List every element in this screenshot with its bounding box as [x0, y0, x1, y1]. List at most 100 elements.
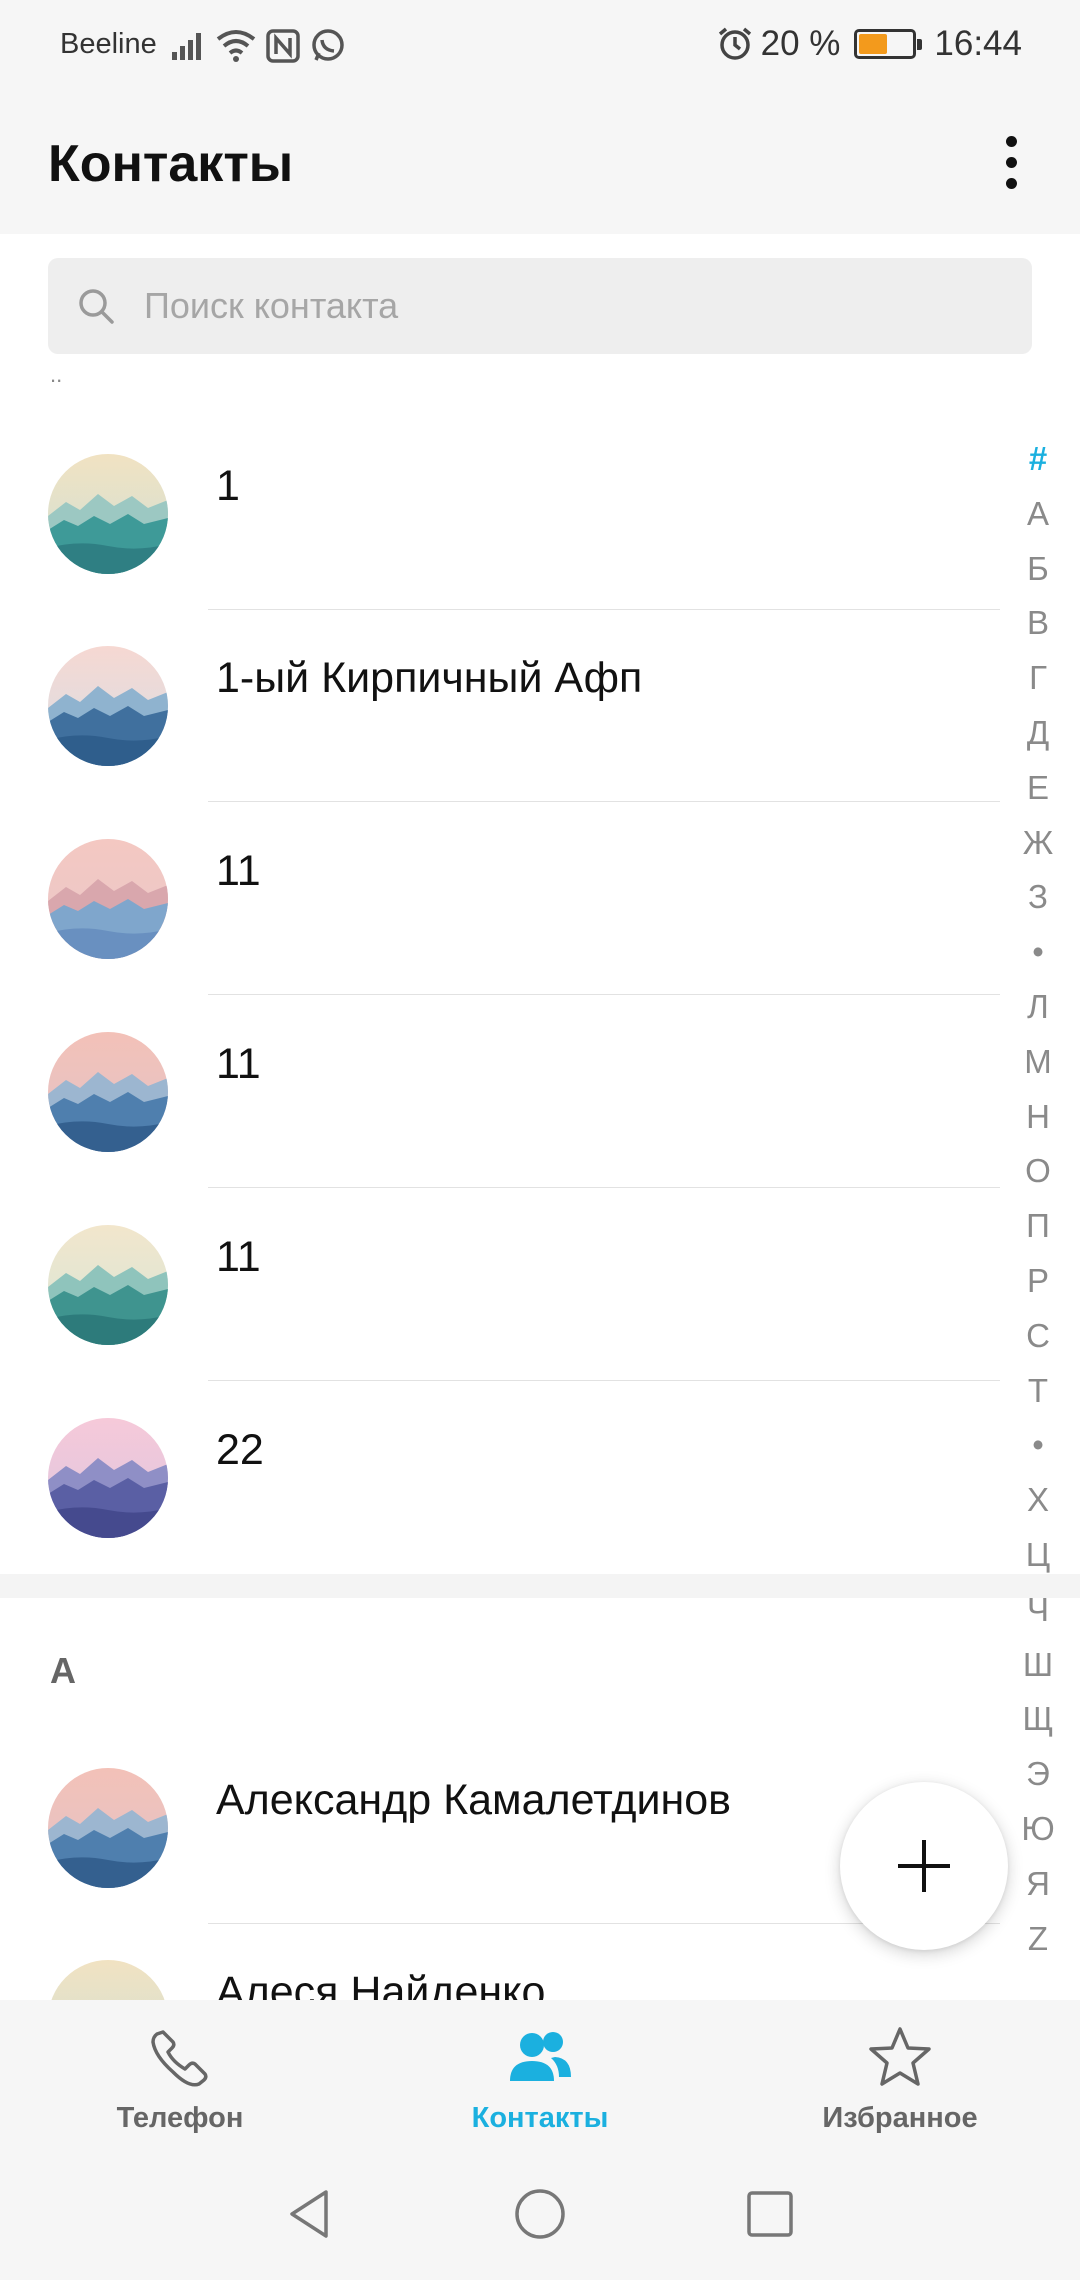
section-separator [0, 1574, 1080, 1598]
wifi-icon [216, 30, 256, 62]
avatar [48, 1768, 168, 1888]
index-letter[interactable]: М [1024, 1035, 1052, 1090]
tab-contacts-label: Контакты [471, 2102, 609, 2134]
index-letter[interactable]: Ш [1023, 1638, 1053, 1693]
index-letter[interactable]: А [1027, 487, 1049, 542]
battery-percent: 20 % [760, 24, 841, 63]
avatar [48, 646, 168, 766]
status-icons-left [170, 26, 346, 66]
contact-name: 11 [216, 1233, 261, 1281]
index-letter[interactable]: • [1032, 1418, 1044, 1473]
index-letter[interactable]: Ц [1026, 1528, 1050, 1583]
index-letter[interactable]: Z [1028, 1912, 1048, 1967]
search-input[interactable]: Поиск контакта [48, 258, 1032, 354]
contact-row[interactable]: 1 [0, 438, 1000, 630]
status-bar: Beeline 20 % 16:44 [0, 0, 1080, 92]
index-letter[interactable]: Э [1026, 1747, 1050, 1802]
index-letter[interactable]: Я [1026, 1857, 1050, 1912]
avatar-image [48, 839, 168, 959]
index-letter[interactable]: О [1025, 1144, 1051, 1199]
index-letter[interactable]: Ж [1023, 816, 1053, 871]
index-letter[interactable]: Г [1029, 651, 1047, 706]
avatar-image [48, 1225, 168, 1345]
phone-icon [151, 2030, 208, 2087]
bottom-navigation: Телефон Контакты Избранное [0, 2000, 1080, 2148]
more-vertical-icon [1005, 135, 1017, 147]
index-letter[interactable]: П [1026, 1199, 1050, 1254]
contact-row[interactable]: 11 [0, 823, 1000, 1015]
contact-row[interactable]: 11 [0, 1016, 1000, 1208]
contacts-screen: Beeline 20 % 16:44 Контакты Поиск контак… [0, 0, 1080, 2280]
clock: 16:44 [934, 24, 1022, 63]
tab-favorites[interactable]: Избранное [780, 2022, 1020, 2135]
app-bar: Контакты [0, 92, 1080, 234]
avatar-image [48, 1418, 168, 1538]
tab-phone[interactable]: Телефон [60, 2022, 300, 2135]
index-letter[interactable]: З [1028, 870, 1048, 925]
page-title: Контакты [48, 135, 294, 193]
contact-name: Александр Камалетдинов [216, 1776, 731, 1824]
index-letter[interactable]: Ю [1021, 1802, 1054, 1857]
avatar [48, 1225, 168, 1345]
avatar-image [48, 1032, 168, 1152]
index-letter[interactable]: Р [1027, 1254, 1049, 1309]
index-letter[interactable]: Б [1027, 542, 1049, 597]
carrier-name: Beeline [60, 28, 157, 60]
index-letter[interactable]: Н [1026, 1090, 1050, 1145]
avatar [48, 1032, 168, 1152]
avatar [48, 454, 168, 574]
system-navigation-bar [0, 2148, 1080, 2280]
contact-row[interactable]: 11 [0, 1209, 1000, 1401]
row-divider [208, 1380, 1000, 1381]
contact-name: 1 [216, 462, 240, 510]
avatar [48, 1418, 168, 1538]
search-placeholder: Поиск контакта [144, 285, 399, 326]
section-header: А [50, 1650, 76, 1691]
index-letter[interactable]: Т [1028, 1364, 1048, 1419]
tab-favorites-label: Избранное [822, 2102, 978, 2134]
recents-icon[interactable] [742, 2186, 798, 2242]
avatar [48, 839, 168, 959]
plus-icon [898, 1840, 950, 1892]
contact-row[interactable]: 22 [0, 1402, 1000, 1594]
row-divider [208, 801, 1000, 802]
nfc-icon [266, 29, 300, 63]
star-icon [869, 2027, 931, 2086]
battery-fill [859, 34, 888, 54]
index-letter[interactable]: • [1032, 925, 1044, 980]
contacts-icon [510, 2032, 571, 2081]
more-options-button[interactable] [978, 122, 1044, 202]
back-icon[interactable] [282, 2186, 338, 2242]
signal-icon [172, 33, 201, 60]
row-divider [208, 1187, 1000, 1188]
avatar-image [48, 1768, 168, 1888]
tab-contacts[interactable]: Контакты [420, 2022, 660, 2135]
row-divider [208, 609, 1000, 610]
index-letter[interactable]: Д [1027, 706, 1049, 761]
index-letter[interactable]: Ч [1027, 1583, 1049, 1638]
add-contact-button[interactable] [840, 1782, 1008, 1950]
home-icon[interactable] [512, 2186, 568, 2242]
contact-name: 1-ый Кирпичный Афп [216, 654, 643, 702]
battery-icon [854, 29, 923, 59]
index-letter[interactable]: В [1027, 596, 1049, 651]
contact-name: 11 [216, 847, 261, 895]
index-letter[interactable]: С [1026, 1309, 1050, 1364]
avatar-image [48, 454, 168, 574]
search-icon [79, 289, 114, 324]
scroll-mark: .. [50, 362, 63, 387]
tab-phone-label: Телефон [116, 2102, 244, 2134]
alphabet-index-bar[interactable]: # А Б В Г Д Е Ж З • Л М Н О П Р С Т • Х Ц Ч Ш Щ Э Ю Я Z [1014, 432, 1062, 1966]
whatsapp-icon [312, 29, 344, 61]
contact-name: 22 [216, 1426, 264, 1474]
avatar-image [48, 646, 168, 766]
alarm-icon [718, 27, 751, 60]
index-letter[interactable]: Л [1027, 980, 1049, 1035]
index-letter[interactable]: Щ [1023, 1692, 1054, 1747]
index-letter[interactable]: # [1029, 432, 1047, 487]
row-divider [208, 994, 1000, 995]
contact-row[interactable]: 1-ый Кирпичный Афп [0, 630, 1000, 822]
contact-name: 11 [216, 1040, 261, 1088]
index-letter[interactable]: Х [1027, 1473, 1049, 1528]
index-letter[interactable]: Е [1027, 761, 1049, 816]
